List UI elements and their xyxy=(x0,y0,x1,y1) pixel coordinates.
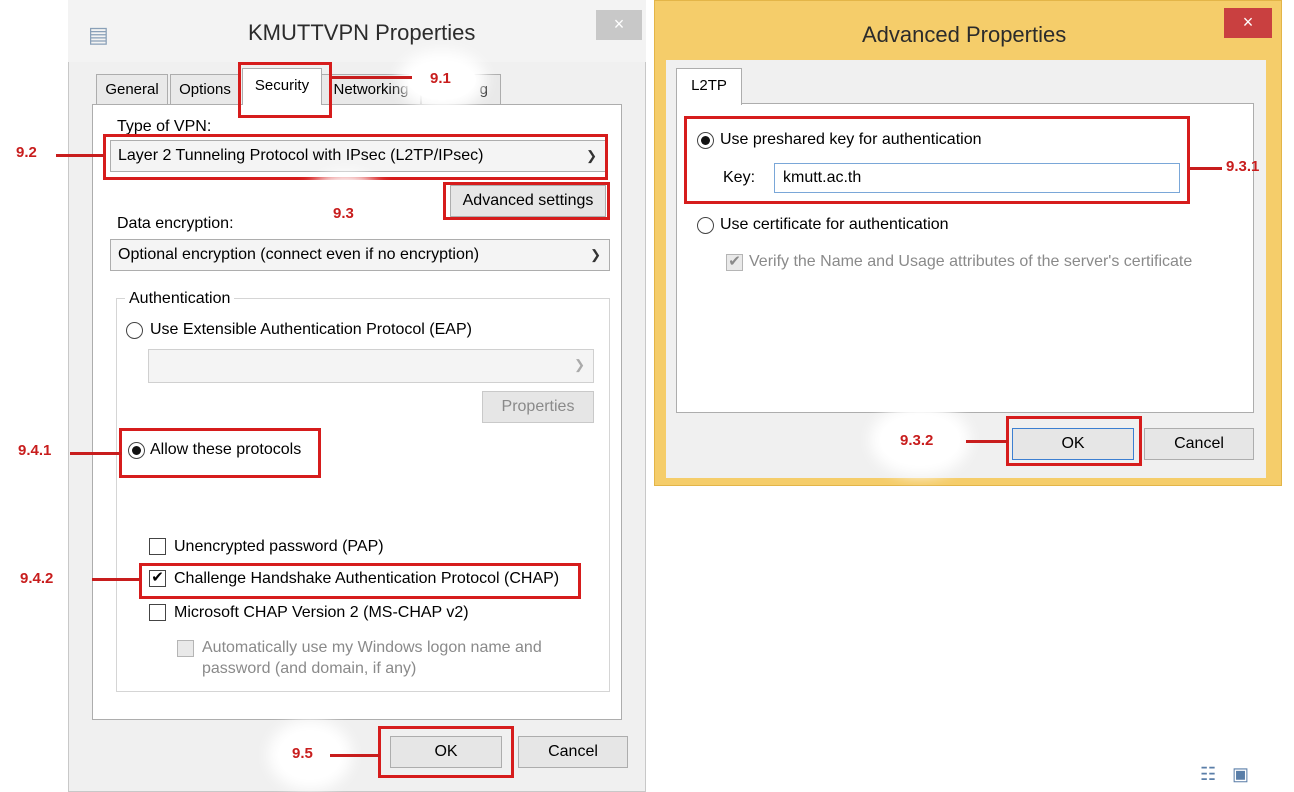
eap-label: Use Extensible Authentication Protocol (… xyxy=(150,321,472,338)
tab-options[interactable]: Options xyxy=(170,74,240,104)
tab-l2tp[interactable]: L2TP xyxy=(676,68,742,105)
certificate-label: Use certificate for authentication xyxy=(720,216,949,233)
annotation-9-4-2: 9.4.2 xyxy=(20,570,54,587)
auto-logon-label-line1: Automatically use my Windows logon name … xyxy=(202,639,542,656)
highlight-advanced-ok xyxy=(1006,416,1142,466)
auto-logon-checkbox[interactable] xyxy=(177,640,194,657)
highlight-advanced-settings xyxy=(443,182,610,220)
data-encryption-select[interactable]: Optional encryption (connect even if no … xyxy=(110,239,610,271)
mschap-label: Microsoft CHAP Version 2 (MS-CHAP v2) xyxy=(174,604,469,621)
highlight-security-tab xyxy=(238,62,332,118)
advanced-close-button[interactable]: × xyxy=(1224,8,1272,38)
document-icon: ▤ xyxy=(88,22,109,47)
auto-logon-label-line2: password (and domain, if any) xyxy=(202,660,417,677)
highlight-allow-protocols xyxy=(119,428,321,478)
view-details-icon[interactable]: ☷ xyxy=(1200,764,1216,785)
chevron-down-icon: ❯ xyxy=(590,247,601,262)
tab-general[interactable]: General xyxy=(96,74,168,104)
chevron-down-icon: ❯ xyxy=(574,357,585,372)
pap-checkbox[interactable] xyxy=(149,538,166,555)
data-encryption-value: Optional encryption (connect even if no … xyxy=(118,246,480,263)
data-encryption-label: Data encryption: xyxy=(117,215,234,232)
annotation-arrow xyxy=(966,440,1008,443)
verify-certificate-label: Verify the Name and Usage attributes of … xyxy=(749,253,1193,270)
annotation-9-2: 9.2 xyxy=(16,144,37,161)
certificate-radio[interactable] xyxy=(697,217,714,234)
annotation-9-3-1: 9.3.1 xyxy=(1226,158,1260,175)
annotation-arrow xyxy=(56,154,104,157)
annotation-9-1: 9.1 xyxy=(430,70,451,87)
authentication-label: Authentication xyxy=(125,289,235,309)
advanced-window-title: Advanced Properties xyxy=(862,22,1067,47)
annotation-9-3-2: 9.3.2 xyxy=(900,432,934,449)
annotation-9-5: 9.5 xyxy=(292,745,313,762)
annotation-arrow xyxy=(1190,167,1222,170)
annotation-arrow xyxy=(92,578,140,581)
eap-properties-button[interactable]: Properties xyxy=(482,391,594,423)
highlight-vpn-type xyxy=(103,134,608,180)
mschap-checkbox[interactable] xyxy=(149,604,166,621)
eap-radio[interactable] xyxy=(126,322,143,339)
highlight-preshared-key xyxy=(684,116,1190,204)
cancel-button[interactable]: Cancel xyxy=(518,736,628,768)
annotation-arrow xyxy=(330,754,380,757)
view-tiles-icon[interactable]: ▣ xyxy=(1232,764,1249,785)
annotation-arrow xyxy=(70,452,122,455)
verify-certificate-checkbox[interactable]: ✔ xyxy=(726,254,743,271)
annotation-9-3: 9.3 xyxy=(333,205,354,222)
window-title: KMUTTVPN Properties xyxy=(248,20,476,45)
highlight-chap xyxy=(139,563,581,599)
close-button[interactable]: × xyxy=(596,10,642,40)
highlight-ok xyxy=(378,726,514,778)
pap-label: Unencrypted password (PAP) xyxy=(174,538,384,555)
annotation-9-4-1: 9.4.1 xyxy=(18,442,52,459)
advanced-cancel-button[interactable]: Cancel xyxy=(1144,428,1254,460)
annotation-arrow xyxy=(332,76,412,79)
eap-method-select[interactable]: ❯ xyxy=(148,349,594,383)
